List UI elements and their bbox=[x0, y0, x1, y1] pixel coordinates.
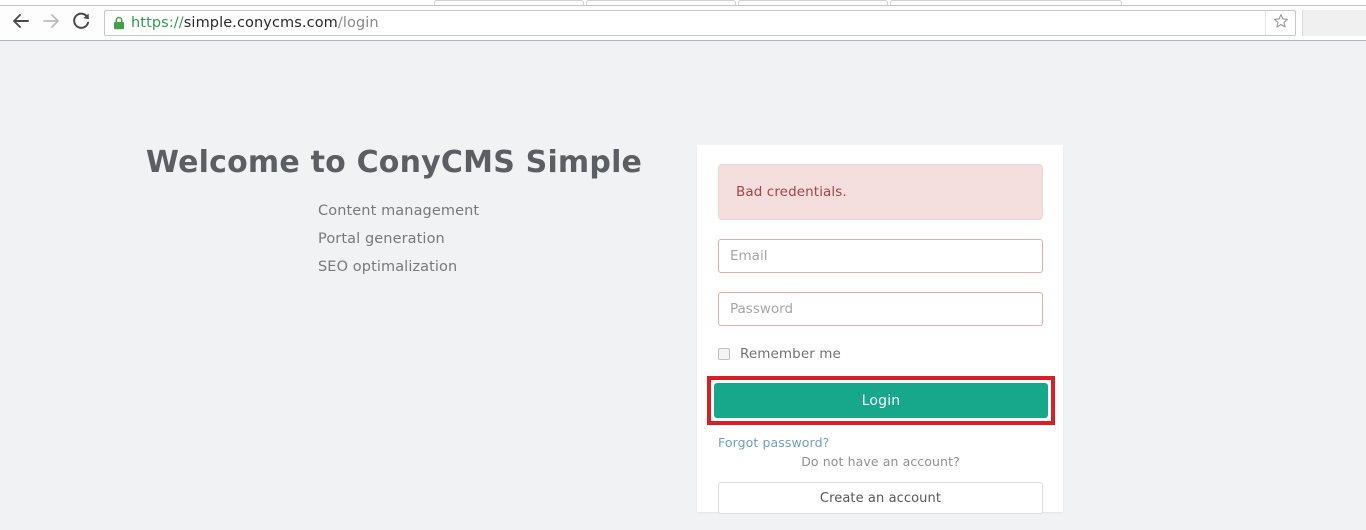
content-row: Welcome to ConyCMS Simple Content manage… bbox=[0, 41, 1366, 530]
forward-button bbox=[36, 9, 66, 37]
email-input[interactable] bbox=[718, 239, 1043, 273]
browser-chrome: https://simple.conycms.com/login bbox=[0, 0, 1366, 41]
url-bar[interactable]: https://simple.conycms.com/login bbox=[104, 10, 1296, 36]
login-form: Bad credentials. Remember me Login Forgo… bbox=[707, 164, 1055, 514]
reload-button[interactable] bbox=[66, 9, 96, 37]
feature-item: Content management bbox=[318, 203, 480, 219]
url-text: https://simple.conycms.com/login bbox=[131, 15, 379, 31]
url-host: simple.conycms.com bbox=[183, 15, 338, 31]
login-button[interactable]: Login bbox=[714, 383, 1048, 418]
feature-item: SEO optimalization bbox=[318, 259, 458, 275]
url-path: /login bbox=[337, 15, 379, 31]
browser-toolbar-spacer bbox=[1302, 10, 1366, 36]
browser-nav-bar: https://simple.conycms.com/login bbox=[0, 6, 1366, 40]
login-card: Bad credentials. Remember me Login Forgo… bbox=[697, 145, 1063, 514]
back-arrow-icon bbox=[11, 12, 31, 34]
url-scheme: https:// bbox=[131, 15, 184, 31]
remember-me-row[interactable]: Remember me bbox=[718, 346, 1043, 362]
reload-icon bbox=[71, 11, 91, 35]
page-body: Welcome to ConyCMS Simple Content manage… bbox=[0, 41, 1366, 530]
forgot-password-link[interactable]: Forgot password? bbox=[718, 435, 829, 450]
remember-me-checkbox[interactable] bbox=[718, 348, 730, 360]
bookmark-star-button[interactable] bbox=[1265, 11, 1295, 35]
feature-list: Content management Portal generation SEO… bbox=[114, 197, 674, 281]
feature-item: Portal generation bbox=[318, 231, 445, 247]
login-button-highlight-box: Login bbox=[707, 376, 1055, 425]
lock-icon bbox=[113, 16, 125, 30]
create-account-button[interactable]: Create an account bbox=[718, 482, 1043, 514]
forward-arrow-icon bbox=[41, 12, 61, 34]
promo-column: Welcome to ConyCMS Simple Content manage… bbox=[114, 145, 674, 281]
bookmark-star-icon bbox=[1273, 13, 1289, 33]
password-input[interactable] bbox=[718, 292, 1043, 326]
page-title: Welcome to ConyCMS Simple bbox=[145, 145, 643, 180]
remember-me-label: Remember me bbox=[740, 346, 841, 362]
back-button[interactable] bbox=[6, 9, 36, 37]
no-account-text: Do not have an account? bbox=[801, 454, 960, 469]
error-alert: Bad credentials. bbox=[718, 164, 1043, 220]
